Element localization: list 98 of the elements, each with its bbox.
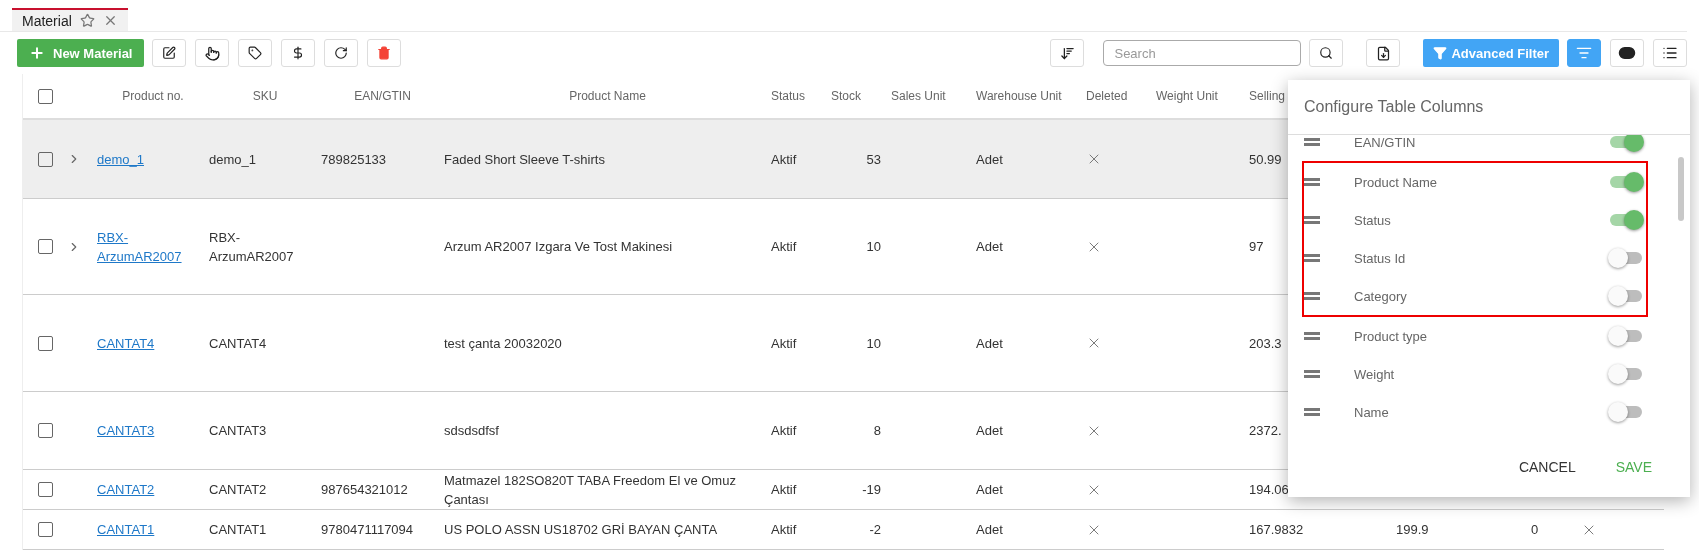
table-cell-text: 10 bbox=[866, 238, 882, 256]
table-cell-text: 97 bbox=[1249, 238, 1264, 256]
column-label: EAN/GTIN bbox=[1354, 135, 1417, 150]
drag-handle-icon[interactable] bbox=[1304, 332, 1320, 340]
table-cell-text: CANTAT1 bbox=[209, 521, 267, 539]
drag-handle-icon[interactable] bbox=[1304, 216, 1320, 224]
table-cell-text: Aktif bbox=[771, 334, 797, 353]
table-cell-text: Aktif bbox=[771, 150, 797, 169]
column-header[interactable]: Stock bbox=[831, 89, 891, 103]
table-cell-text: US POLO ASSN US18702 GRİ BAYAN ÇANTA bbox=[444, 521, 718, 539]
product-link[interactable]: CANTAT2 bbox=[97, 480, 155, 499]
scrollbar[interactable] bbox=[1678, 157, 1684, 221]
column-label: Product Name bbox=[1354, 174, 1439, 190]
column-label: Status Id bbox=[1354, 250, 1407, 266]
column-header[interactable]: EAN/GTIN bbox=[321, 89, 444, 103]
table-cell-text: 53 bbox=[866, 150, 882, 169]
select-all-checkbox[interactable] bbox=[37, 88, 53, 104]
table-cell-text: Adet bbox=[976, 334, 1003, 353]
table-cell-text: 789825133 bbox=[321, 150, 387, 169]
table-cell-text: -19 bbox=[862, 481, 882, 499]
table-cell-text: 194.06 bbox=[1249, 481, 1289, 499]
table-cell-text: 0 bbox=[1531, 521, 1539, 539]
column-header[interactable]: Status bbox=[771, 89, 831, 103]
column-header[interactable]: SKU bbox=[209, 89, 321, 103]
table-cell-text: 50.99 bbox=[1249, 150, 1282, 169]
dollar-icon[interactable] bbox=[281, 39, 316, 67]
table-cell-text: -2 bbox=[869, 521, 882, 539]
table-cell-text: 167.9832 bbox=[1249, 521, 1304, 539]
row-checkbox[interactable] bbox=[37, 335, 53, 351]
column-header[interactable]: Product Name bbox=[444, 89, 771, 103]
material-tab[interactable]: Material bbox=[12, 8, 128, 31]
refresh-icon[interactable] bbox=[324, 39, 359, 67]
table-cell-text: 199.9 bbox=[1396, 521, 1429, 539]
row-checkbox[interactable] bbox=[37, 239, 53, 254]
star-icon[interactable] bbox=[79, 13, 95, 28]
table-cell-text: 8 bbox=[873, 422, 882, 440]
row-checkbox[interactable] bbox=[37, 522, 53, 537]
table-cell-text: 2372. bbox=[1249, 422, 1282, 440]
table-cell-text: 203.3 bbox=[1249, 334, 1282, 353]
table-cell-text: Adet bbox=[976, 521, 1003, 539]
search-icon[interactable] bbox=[1309, 39, 1344, 67]
hand-pointer-icon[interactable] bbox=[195, 39, 230, 67]
file-download-icon[interactable] bbox=[1366, 39, 1401, 67]
drag-handle-icon[interactable] bbox=[1304, 408, 1320, 416]
dialog-title: Configure Table Columns bbox=[1288, 80, 1690, 135]
column-label: Name bbox=[1354, 404, 1390, 420]
drag-handle-icon[interactable] bbox=[1304, 138, 1320, 146]
plus-icon bbox=[29, 45, 45, 61]
drag-handle-icon[interactable] bbox=[1304, 254, 1320, 262]
table-cell-text: RBX-ArzumAR2007 bbox=[209, 228, 295, 266]
table-cell-text: CANTAT2 bbox=[209, 481, 267, 499]
list-icon[interactable] bbox=[1653, 39, 1687, 67]
table-cell-text: Aktif bbox=[771, 238, 797, 256]
table-cell-text: 9780471117094 bbox=[321, 521, 414, 539]
tag-icon[interactable] bbox=[238, 39, 273, 67]
table-cell-text: sdsdsdfsf bbox=[444, 422, 499, 440]
drag-handle-icon[interactable] bbox=[1304, 370, 1320, 378]
table-cell-text: CANTAT4 bbox=[209, 334, 267, 353]
product-link[interactable]: CANTAT1 bbox=[97, 520, 155, 539]
column-label: Status bbox=[1354, 212, 1392, 228]
table-cell-text: Arzum AR2007 Izgara Ve Tost Makinesi bbox=[444, 238, 673, 256]
product-link[interactable]: RBX-ArzumAR2007 bbox=[97, 227, 209, 266]
table-cell-text: Aktif bbox=[771, 422, 797, 440]
table-cell-text: 987654321012 bbox=[321, 481, 408, 499]
product-link[interactable]: CANTAT3 bbox=[97, 421, 155, 440]
column-label: Product type bbox=[1354, 328, 1428, 344]
table-cell-text: Matmazel 182SO820T TABA Freedom El ve Omuz Çantası bbox=[444, 471, 737, 509]
sort-icon[interactable] bbox=[1050, 39, 1085, 67]
column-header[interactable]: Product no. bbox=[97, 89, 209, 103]
table-cell-text: Adet bbox=[976, 238, 1003, 256]
funnel-icon bbox=[1433, 46, 1448, 60]
drag-handle-icon[interactable] bbox=[1304, 292, 1320, 300]
edit-icon[interactable] bbox=[152, 39, 187, 67]
column-header[interactable]: Sales Unit bbox=[891, 89, 976, 103]
table-cell-text: Aktif bbox=[771, 521, 797, 539]
product-link[interactable]: demo_1 bbox=[97, 149, 144, 169]
filter-icon[interactable] bbox=[1567, 39, 1601, 67]
product-link[interactable]: CANTAT4 bbox=[97, 333, 155, 353]
drag-handle-icon[interactable] bbox=[1304, 178, 1320, 186]
row-checkbox[interactable] bbox=[37, 151, 53, 167]
table-cell-text: demo_1 bbox=[209, 150, 256, 169]
tab-label: Material bbox=[22, 12, 72, 29]
table-cell-text: CANTAT3 bbox=[209, 422, 267, 440]
search-field[interactable]: Search bbox=[1103, 40, 1302, 66]
column-label: Weight bbox=[1354, 366, 1396, 382]
table-cell-text: Faded Short Sleeve T-shirts bbox=[444, 150, 605, 169]
table-cell-text: Aktif bbox=[771, 481, 797, 499]
column-header[interactable]: Deleted bbox=[1086, 89, 1156, 103]
trash-icon[interactable] bbox=[367, 39, 402, 67]
table-cell-text: test çanta 20032020 bbox=[444, 334, 562, 353]
table-cell-text: 10 bbox=[866, 334, 882, 353]
column-header[interactable]: Warehouse Unit bbox=[976, 89, 1086, 103]
row-checkbox[interactable] bbox=[37, 482, 53, 497]
column-header[interactable]: Weight Unit bbox=[1156, 89, 1249, 103]
table-cell-text: Adet bbox=[976, 150, 1003, 169]
row-checkbox[interactable] bbox=[37, 423, 53, 438]
table-cell-text: Adet bbox=[976, 481, 1003, 499]
table-cell-text: Adet bbox=[976, 422, 1003, 440]
